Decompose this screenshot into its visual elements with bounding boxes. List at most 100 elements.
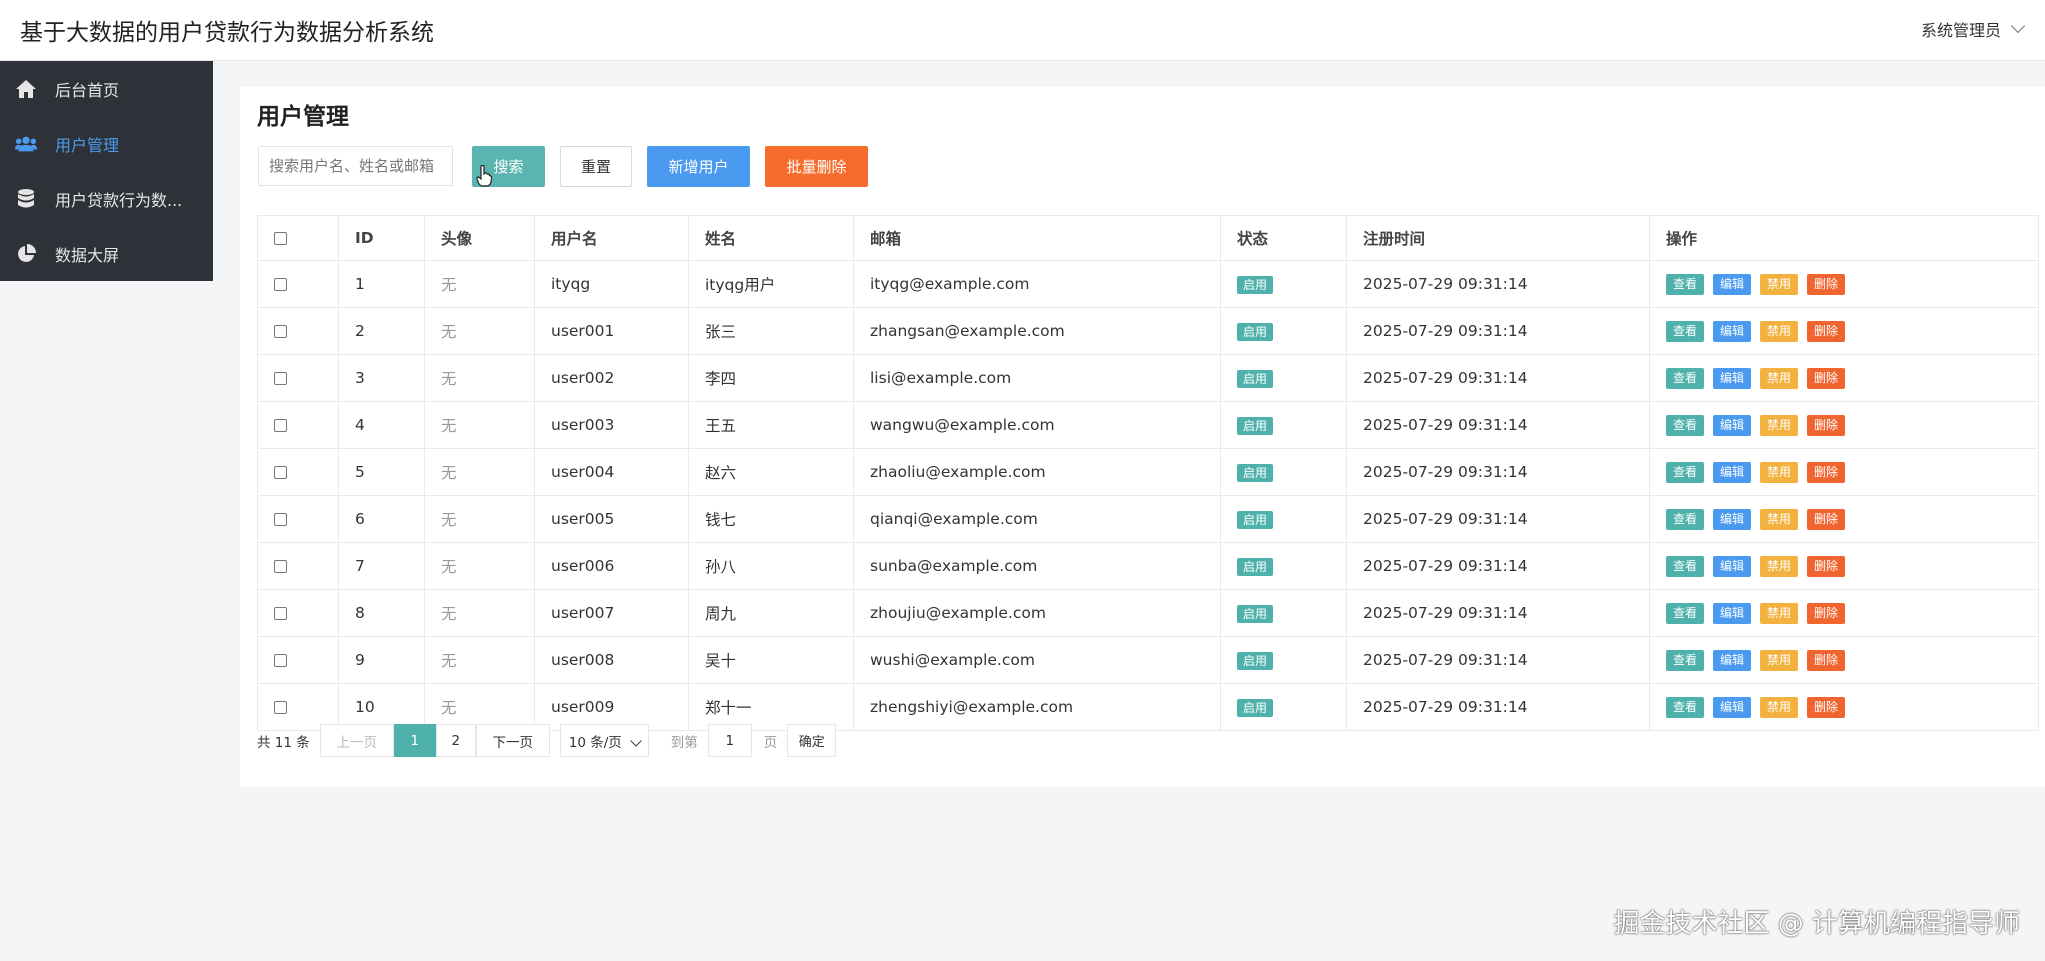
- cell-email: sunba@example.com: [853, 542, 1221, 590]
- edit-button[interactable]: 编辑: [1713, 320, 1752, 342]
- delete-button[interactable]: 删除: [1807, 602, 1846, 624]
- row-checkbox[interactable]: [274, 278, 287, 291]
- cell-registered: 2025-07-29 09:31:14: [1346, 636, 1650, 684]
- row-checkbox[interactable]: [274, 560, 287, 573]
- table-row: 3 无 user002 李四 lisi@example.com 启用 2025-07-29 …: [257, 354, 2039, 402]
- disable-button[interactable]: 禁用: [1760, 414, 1799, 436]
- column-header: 状态: [1220, 215, 1347, 261]
- sidebar-item-users[interactable]: 用户管理: [0, 116, 213, 171]
- view-button[interactable]: 查看: [1666, 273, 1705, 295]
- delete-button[interactable]: 删除: [1807, 696, 1846, 718]
- cell-name: 周九: [688, 589, 854, 637]
- delete-button[interactable]: 删除: [1807, 461, 1846, 483]
- edit-button[interactable]: 编辑: [1713, 602, 1752, 624]
- disable-button[interactable]: 禁用: [1760, 555, 1799, 577]
- row-checkbox[interactable]: [274, 372, 287, 385]
- edit-button[interactable]: 编辑: [1713, 414, 1752, 436]
- cell-actions: 查看 编辑 禁用 删除: [1649, 448, 2039, 496]
- select-all-checkbox[interactable]: [274, 232, 287, 245]
- reset-button[interactable]: 重置: [560, 146, 632, 187]
- delete-button[interactable]: 删除: [1807, 555, 1846, 577]
- view-button[interactable]: 查看: [1666, 602, 1705, 624]
- view-button[interactable]: 查看: [1666, 461, 1705, 483]
- disable-button[interactable]: 禁用: [1760, 602, 1799, 624]
- row-checkbox[interactable]: [274, 607, 287, 620]
- delete-button[interactable]: 删除: [1807, 414, 1846, 436]
- status-badge: 启用: [1237, 275, 1274, 294]
- page-size-select[interactable]: 10 条/页: [559, 724, 649, 757]
- edit-button[interactable]: 编辑: [1713, 367, 1752, 389]
- edit-button[interactable]: 编辑: [1713, 508, 1752, 530]
- disable-button[interactable]: 禁用: [1760, 508, 1799, 530]
- disable-button[interactable]: 禁用: [1760, 367, 1799, 389]
- status-badge: 启用: [1237, 369, 1274, 388]
- column-header: 邮箱: [853, 215, 1221, 261]
- page-1-button[interactable]: 1: [393, 724, 436, 757]
- sidebar-item-dashboard[interactable]: 数据大屏: [0, 226, 213, 281]
- sidebar-item-label: 用户管理: [55, 135, 120, 155]
- chevron-down-icon: [630, 735, 642, 747]
- search-input[interactable]: [258, 146, 453, 186]
- cell-name: ityqg用户: [688, 260, 854, 308]
- hand-cursor-icon: [476, 165, 492, 187]
- cell-registered: 2025-07-29 09:31:14: [1346, 354, 1650, 402]
- cell-username: ityqg: [534, 260, 689, 308]
- prev-page-button[interactable]: 上一页: [319, 724, 394, 757]
- row-checkbox[interactable]: [274, 513, 287, 526]
- view-button[interactable]: 查看: [1666, 414, 1705, 436]
- view-button[interactable]: 查看: [1666, 367, 1705, 389]
- page-2-button[interactable]: 2: [435, 724, 476, 757]
- next-page-button[interactable]: 下一页: [475, 724, 550, 757]
- cell-avatar: 无: [424, 495, 535, 543]
- view-button[interactable]: 查看: [1666, 696, 1705, 718]
- edit-button[interactable]: 编辑: [1713, 696, 1752, 718]
- view-button[interactable]: 查看: [1666, 555, 1705, 577]
- cell-avatar: 无: [424, 307, 535, 355]
- disable-button[interactable]: 禁用: [1760, 461, 1799, 483]
- cell-registered: 2025-07-29 09:31:14: [1346, 307, 1650, 355]
- row-checkbox[interactable]: [274, 654, 287, 667]
- status-badge: 启用: [1237, 557, 1274, 576]
- disable-button[interactable]: 禁用: [1760, 320, 1799, 342]
- delete-button[interactable]: 删除: [1807, 320, 1846, 342]
- disable-button[interactable]: 禁用: [1760, 696, 1799, 718]
- status-badge: 启用: [1237, 698, 1274, 717]
- user-menu[interactable]: 系统管理员: [1921, 17, 2026, 41]
- view-button[interactable]: 查看: [1666, 649, 1705, 671]
- delete-button[interactable]: 删除: [1807, 367, 1846, 389]
- page-size-label: 10 条/页: [568, 734, 622, 751]
- edit-button[interactable]: 编辑: [1713, 555, 1752, 577]
- delete-button[interactable]: 删除: [1807, 649, 1846, 671]
- view-button[interactable]: 查看: [1666, 320, 1705, 342]
- delete-button[interactable]: 删除: [1807, 273, 1846, 295]
- sidebar-item-loan-behavior[interactable]: 用户贷款行为数...: [0, 171, 213, 226]
- disable-button[interactable]: 禁用: [1760, 273, 1799, 295]
- edit-button[interactable]: 编辑: [1713, 461, 1752, 483]
- row-checkbox[interactable]: [274, 701, 287, 714]
- goto-confirm-button[interactable]: 确定: [787, 724, 837, 757]
- add-user-button[interactable]: 新增用户: [647, 146, 750, 187]
- cell-name: 吴十: [688, 636, 854, 684]
- row-select-cell: [257, 307, 339, 355]
- cell-username: user007: [534, 589, 689, 637]
- cell-email: zhaoliu@example.com: [853, 448, 1221, 496]
- cell-id: 3: [338, 354, 425, 402]
- goto-page-input[interactable]: 1: [707, 724, 752, 757]
- delete-button[interactable]: 删除: [1807, 508, 1846, 530]
- column-header: ID: [338, 215, 425, 261]
- cell-id: 1: [338, 260, 425, 308]
- edit-button[interactable]: 编辑: [1713, 273, 1752, 295]
- disable-button[interactable]: 禁用: [1760, 649, 1799, 671]
- row-checkbox[interactable]: [274, 325, 287, 338]
- sidebar-item-home[interactable]: 后台首页: [0, 61, 213, 116]
- table-row: 5 无 user004 赵六 zhaoliu@example.com 启用 2025-07-…: [257, 448, 2039, 496]
- view-button[interactable]: 查看: [1666, 508, 1705, 530]
- batch-delete-button[interactable]: 批量删除: [765, 146, 868, 187]
- edit-button[interactable]: 编辑: [1713, 649, 1752, 671]
- cell-registered: 2025-07-29 09:31:14: [1346, 542, 1650, 590]
- cell-name: 赵六: [688, 448, 854, 496]
- table-row: 2 无 user001 张三 zhangsan@example.com 启用 2025-07…: [257, 307, 2039, 355]
- table-row: 4 无 user003 王五 wangwu@example.com 启用 2025-07-2…: [257, 401, 2039, 449]
- row-checkbox[interactable]: [274, 419, 287, 432]
- row-checkbox[interactable]: [274, 466, 287, 479]
